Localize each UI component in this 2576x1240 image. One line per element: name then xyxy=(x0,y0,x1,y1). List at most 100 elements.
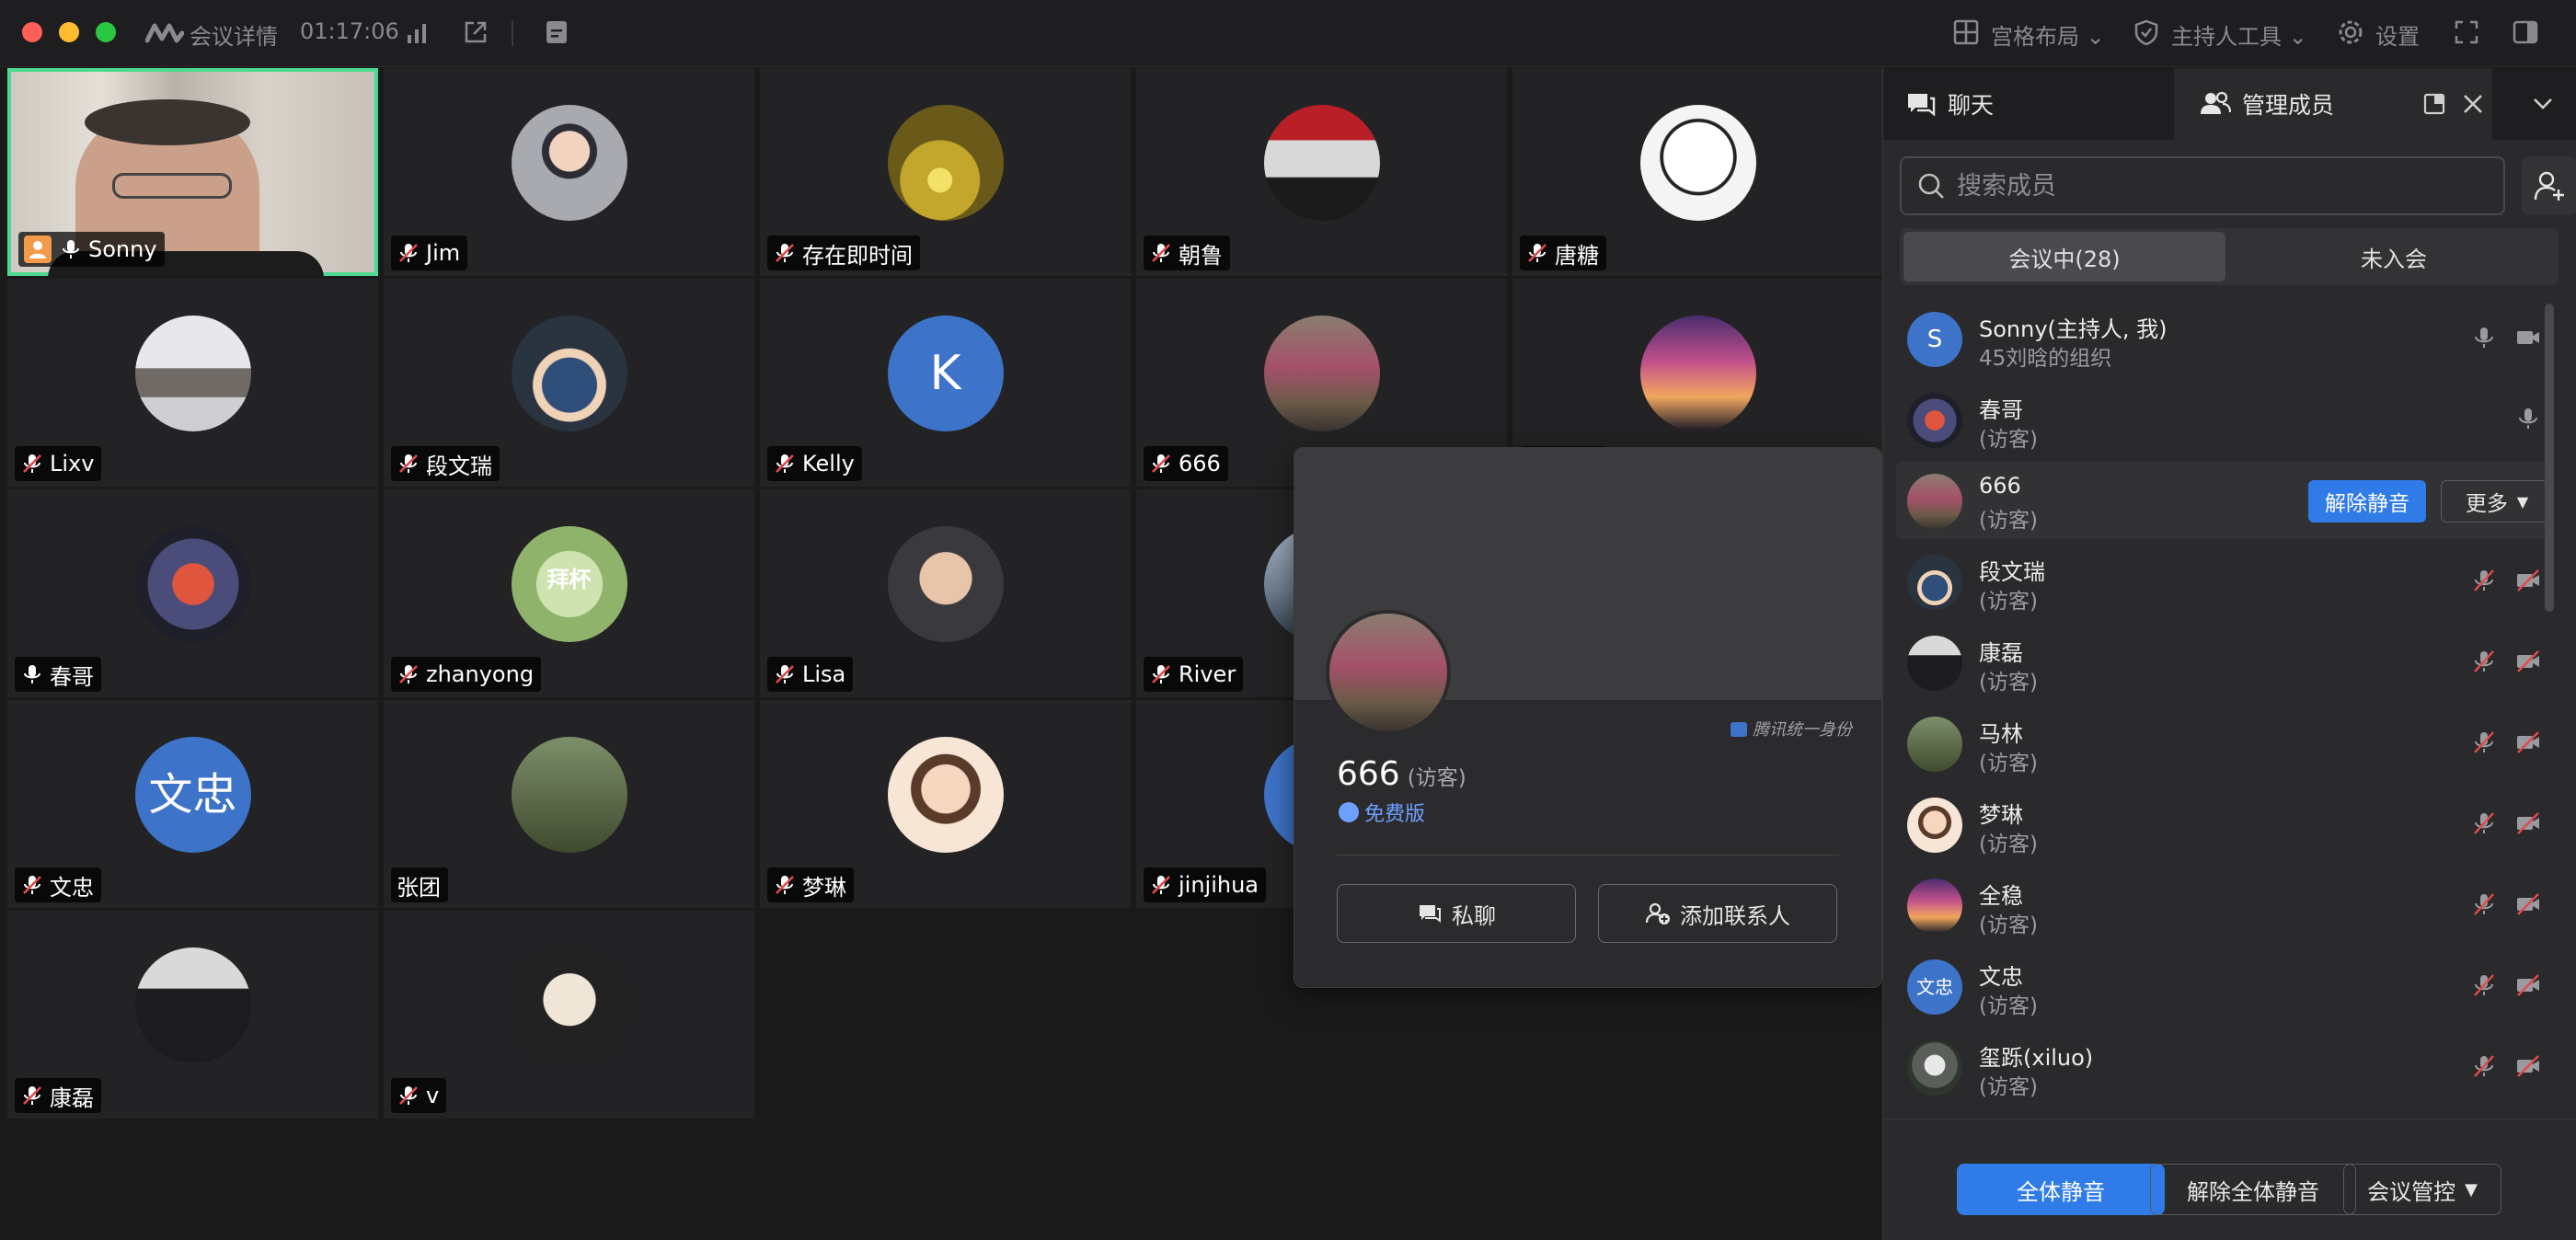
unmute-all-button[interactable]: 解除全体静音 xyxy=(2150,1164,2356,1215)
participant-avatar xyxy=(887,105,1004,221)
gear-icon[interactable] xyxy=(2337,18,2364,46)
signal-strength-icon[interactable] xyxy=(405,18,432,46)
camera-off-icon[interactable] xyxy=(2514,971,2542,999)
camera-off-icon[interactable] xyxy=(2514,729,2542,756)
camera-off-icon[interactable] xyxy=(2514,567,2542,594)
close-window-button[interactable] xyxy=(22,22,42,42)
titlebar-divider xyxy=(512,20,513,46)
participant-avatar xyxy=(511,316,627,431)
mic-muted-icon xyxy=(397,241,426,265)
video-tile[interactable]: 段文瑞 xyxy=(384,279,754,487)
video-tile[interactable]: 春哥 xyxy=(7,489,378,697)
member-avatar: S xyxy=(1907,312,1962,367)
popout-icon[interactable] xyxy=(2422,92,2446,116)
zoom-window-button[interactable] xyxy=(96,22,116,42)
fullscreen-icon[interactable] xyxy=(2453,18,2480,46)
member-role: (访客) xyxy=(1979,1075,2038,1099)
member-avatar xyxy=(1907,717,1962,772)
mic-muted-icon xyxy=(20,1084,50,1108)
member-row[interactable]: 春哥 (访客) xyxy=(1896,381,2547,458)
unmute-member-button[interactable]: 解除静音 xyxy=(2308,480,2426,522)
private-chat-button[interactable]: 私聊 xyxy=(1337,884,1576,943)
member-role: (访客) xyxy=(1979,590,2038,614)
add-contact-button[interactable]: 添加联系人 xyxy=(1598,884,1837,943)
mic-muted-icon[interactable] xyxy=(2470,809,2498,837)
member-row[interactable]: 段文瑞 (访客) xyxy=(1896,543,2547,620)
segment-in-meeting[interactable]: 会议中(28) xyxy=(1903,232,2225,281)
camera-off-icon[interactable] xyxy=(2514,809,2542,837)
member-search-box[interactable] xyxy=(1900,156,2505,215)
member-search-input[interactable] xyxy=(1957,171,2472,201)
camera-icon[interactable] xyxy=(2514,324,2542,351)
member-list-scrollbar[interactable] xyxy=(2545,304,2554,612)
member-name: 全稳 xyxy=(1979,883,2023,909)
member-avatar xyxy=(1907,878,1962,934)
video-tile[interactable]: v xyxy=(384,911,754,1119)
camera-off-icon[interactable] xyxy=(2514,890,2542,918)
settings-button[interactable]: 设置 xyxy=(2375,18,2420,51)
participant-avatar xyxy=(134,947,251,1063)
video-tile[interactable]: Lixv xyxy=(7,279,378,487)
invite-member-button[interactable] xyxy=(2522,156,2576,215)
meeting-details-button[interactable]: 会议详情 xyxy=(190,18,278,51)
share-link-icon[interactable] xyxy=(462,18,489,46)
member-row[interactable]: 玺跞(xiluo) (访客) xyxy=(1896,1028,2547,1106)
member-row[interactable]: S Sonny(主持人, 我) 45刘晗的组织 xyxy=(1896,300,2547,377)
mic-icon[interactable] xyxy=(2470,324,2498,351)
tab-chat[interactable]: 聊天 xyxy=(1905,68,1994,140)
mic-muted-icon xyxy=(20,452,50,476)
participant-nametag: 张团 xyxy=(391,867,448,902)
member-row[interactable]: 康磊 (访客) xyxy=(1896,624,2547,701)
member-row[interactable]: 马林 (访客) xyxy=(1896,705,2547,782)
layout-menu[interactable]: 宫格布局 ⌄ xyxy=(1991,18,2105,51)
video-tile[interactable]: K Kelly xyxy=(760,279,1131,487)
video-tile[interactable]: 朝鲁 xyxy=(1136,68,1507,276)
video-tile[interactable]: Jim xyxy=(384,68,754,276)
mic-icon[interactable] xyxy=(2514,405,2542,432)
video-tile[interactable]: 文忠 文忠 xyxy=(7,700,378,908)
grid-layout-icon[interactable] xyxy=(1952,18,1980,46)
video-tile[interactable]: 康磊 xyxy=(7,911,378,1119)
participant-nametag: River xyxy=(1144,657,1244,692)
video-tile[interactable]: 拜杯 zhanyong xyxy=(384,489,754,697)
mic-on-icon xyxy=(59,237,88,261)
mic-muted-icon[interactable] xyxy=(2470,890,2498,918)
camera-off-icon[interactable] xyxy=(2514,648,2542,675)
dropdown-caret-icon: ▼ xyxy=(2516,492,2529,511)
mic-muted-icon xyxy=(773,873,802,897)
more-actions-button[interactable]: 更多 ▼ xyxy=(2441,480,2553,522)
member-row[interactable]: Jim xyxy=(1896,1109,2547,1119)
camera-off-icon[interactable] xyxy=(2514,1052,2542,1080)
mic-muted-icon[interactable] xyxy=(2470,648,2498,675)
participant-nametag: 梦琳 xyxy=(767,867,854,902)
mic-muted-icon[interactable] xyxy=(2470,1052,2498,1080)
tab-manage-members[interactable]: 管理成员 xyxy=(2200,68,2334,140)
minimize-window-button[interactable] xyxy=(59,22,79,42)
segment-not-joined[interactable]: 未入会 xyxy=(2233,232,2555,281)
meeting-control-button[interactable]: 会议管控 ▼ xyxy=(2343,1164,2501,1215)
mute-all-button[interactable]: 全体静音 xyxy=(1957,1164,2165,1215)
sidebar-toggle-icon[interactable] xyxy=(2512,18,2539,46)
mic-muted-icon[interactable] xyxy=(2470,729,2498,756)
participant-avatar xyxy=(1639,316,1756,431)
notes-icon[interactable] xyxy=(543,18,570,46)
video-tile[interactable]: 梦琳 xyxy=(760,700,1131,908)
video-tile[interactable]: Sonny xyxy=(7,68,378,288)
mic-muted-icon[interactable] xyxy=(2470,971,2498,999)
panel-footer: 全体静音 解除全体静音 会议管控 ▼ xyxy=(1883,1119,2576,1240)
video-tile[interactable]: 存在即时间 xyxy=(760,68,1131,276)
video-tile[interactable]: Lisa xyxy=(760,489,1131,697)
member-row[interactable]: 全稳 (访客) xyxy=(1896,867,2547,944)
video-tile[interactable]: 张团 xyxy=(384,700,754,908)
mic-muted-icon xyxy=(1149,452,1179,476)
host-tools-menu[interactable]: 主持人工具 ⌄ xyxy=(2171,18,2307,51)
close-icon[interactable] xyxy=(2461,92,2485,116)
member-row[interactable]: 文忠 文忠 (访客) xyxy=(1896,947,2547,1025)
video-tile[interactable]: 唐糖 xyxy=(1512,68,1883,276)
host-badge-icon xyxy=(24,235,52,263)
member-row[interactable]: 666 (访客) 解除静音 更多 ▼ xyxy=(1896,462,2553,539)
member-row[interactable]: 梦琳 (访客) xyxy=(1896,786,2547,863)
participant-name: 张团 xyxy=(397,874,441,901)
chevron-down-icon[interactable] xyxy=(2531,94,2555,114)
mic-muted-icon[interactable] xyxy=(2470,567,2498,594)
